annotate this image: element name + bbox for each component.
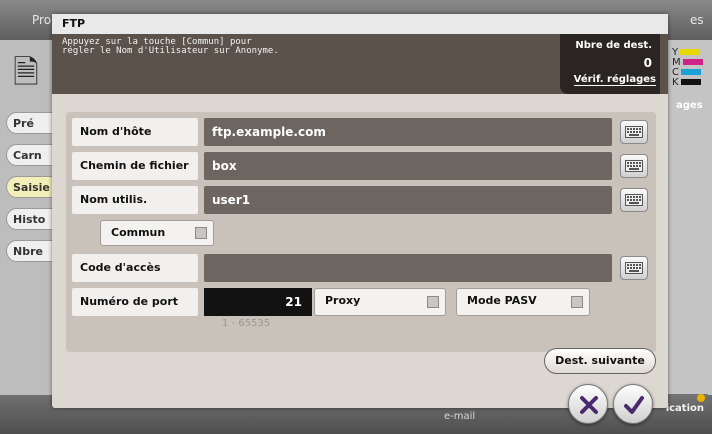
common-toggle-button[interactable]: Commun <box>100 220 214 246</box>
background-left-item: Nbre <box>6 240 56 262</box>
port-field[interactable]: 21 <box>204 288 312 316</box>
document-icon: 🗎 <box>13 53 39 91</box>
toner-bar-cyan <box>680 69 701 75</box>
close-icon <box>580 396 598 414</box>
hostname-row: Nom d'hôte ftp.example.com <box>66 118 656 146</box>
ftp-settings-form: Nom d'hôte ftp.example.com Chemin de fic… <box>66 112 656 352</box>
password-row: Code d'accès <box>66 254 656 282</box>
keyboard-icon <box>625 194 643 206</box>
port-range-hint: 1 - 65535 <box>222 318 271 329</box>
keyboard-icon <box>625 160 643 172</box>
background-left-item: Carn <box>6 144 56 166</box>
file-path-field[interactable]: box <box>204 152 612 180</box>
username-field[interactable]: user1 <box>204 186 612 214</box>
destination-count-box: Nbre de dest. 0 Vérif. réglages <box>560 34 660 94</box>
username-label: Nom utilis. <box>72 186 198 214</box>
verify-settings-button[interactable]: Vérif. réglages <box>573 74 656 86</box>
ftp-dialog: FTP Appuyez sur la touche [Commun] pour … <box>52 14 668 408</box>
toner-bar-yellow <box>680 49 701 55</box>
common-checkbox <box>195 227 207 239</box>
background-left-panel: 🗎 Pré Carn Saisie Histo Nbre <box>0 40 56 395</box>
hostname-label: Nom d'hôte <box>72 118 198 146</box>
proxy-toggle-button[interactable]: Proxy <box>314 288 446 316</box>
password-field[interactable] <box>204 254 612 282</box>
file-path-row: Chemin de fichier box <box>66 152 656 180</box>
background-right-panel: ages <box>668 40 712 395</box>
ok-button[interactable] <box>613 384 653 424</box>
keyboard-icon <box>625 126 643 138</box>
common-toggle-label: Commun <box>111 226 166 239</box>
proxy-checkbox <box>427 296 439 308</box>
toner-bar-black <box>680 79 701 85</box>
keyboard-icon <box>625 262 643 274</box>
pasv-toggle-button[interactable]: Mode PASV <box>456 288 590 316</box>
hostname-field[interactable]: ftp.example.com <box>204 118 612 146</box>
background-tab-program: Pro <box>32 13 52 27</box>
pasv-checkbox <box>571 296 583 308</box>
pasv-toggle-label: Mode PASV <box>467 294 537 307</box>
file-path-label: Chemin de fichier <box>72 152 198 180</box>
proxy-toggle-label: Proxy <box>325 294 361 307</box>
destination-count-label: Nbre de dest. <box>575 40 652 51</box>
background-tab-right: es <box>690 13 704 27</box>
password-keyboard-button[interactable] <box>620 256 648 280</box>
background-left-item: Histo <box>6 208 56 230</box>
toner-bar-magenta <box>682 59 703 65</box>
background-right-tab: ages <box>676 100 703 111</box>
password-label: Code d'accès <box>72 254 198 282</box>
toner-level-indicator: Y M C K <box>672 48 708 88</box>
instruction-message: Appuyez sur la touche [Commun] pour régl… <box>62 37 279 56</box>
next-destination-button[interactable]: Dest. suivante <box>544 348 656 374</box>
background-bottom-label: e-mail <box>444 411 476 422</box>
destination-count-value: 0 <box>643 56 652 70</box>
hostname-keyboard-button[interactable] <box>620 120 648 144</box>
background-left-item: Pré <box>6 112 56 134</box>
file-path-keyboard-button[interactable] <box>620 154 648 178</box>
toner-label: K <box>672 77 679 88</box>
dialog-title: FTP <box>52 14 668 34</box>
username-keyboard-button[interactable] <box>620 188 648 212</box>
port-label: Numéro de port <box>72 288 198 316</box>
check-icon <box>624 396 644 414</box>
username-row: Nom utilis. user1 <box>66 186 656 214</box>
background-left-item: Saisie <box>6 176 56 198</box>
cancel-button[interactable] <box>568 384 608 424</box>
status-led <box>697 394 705 402</box>
